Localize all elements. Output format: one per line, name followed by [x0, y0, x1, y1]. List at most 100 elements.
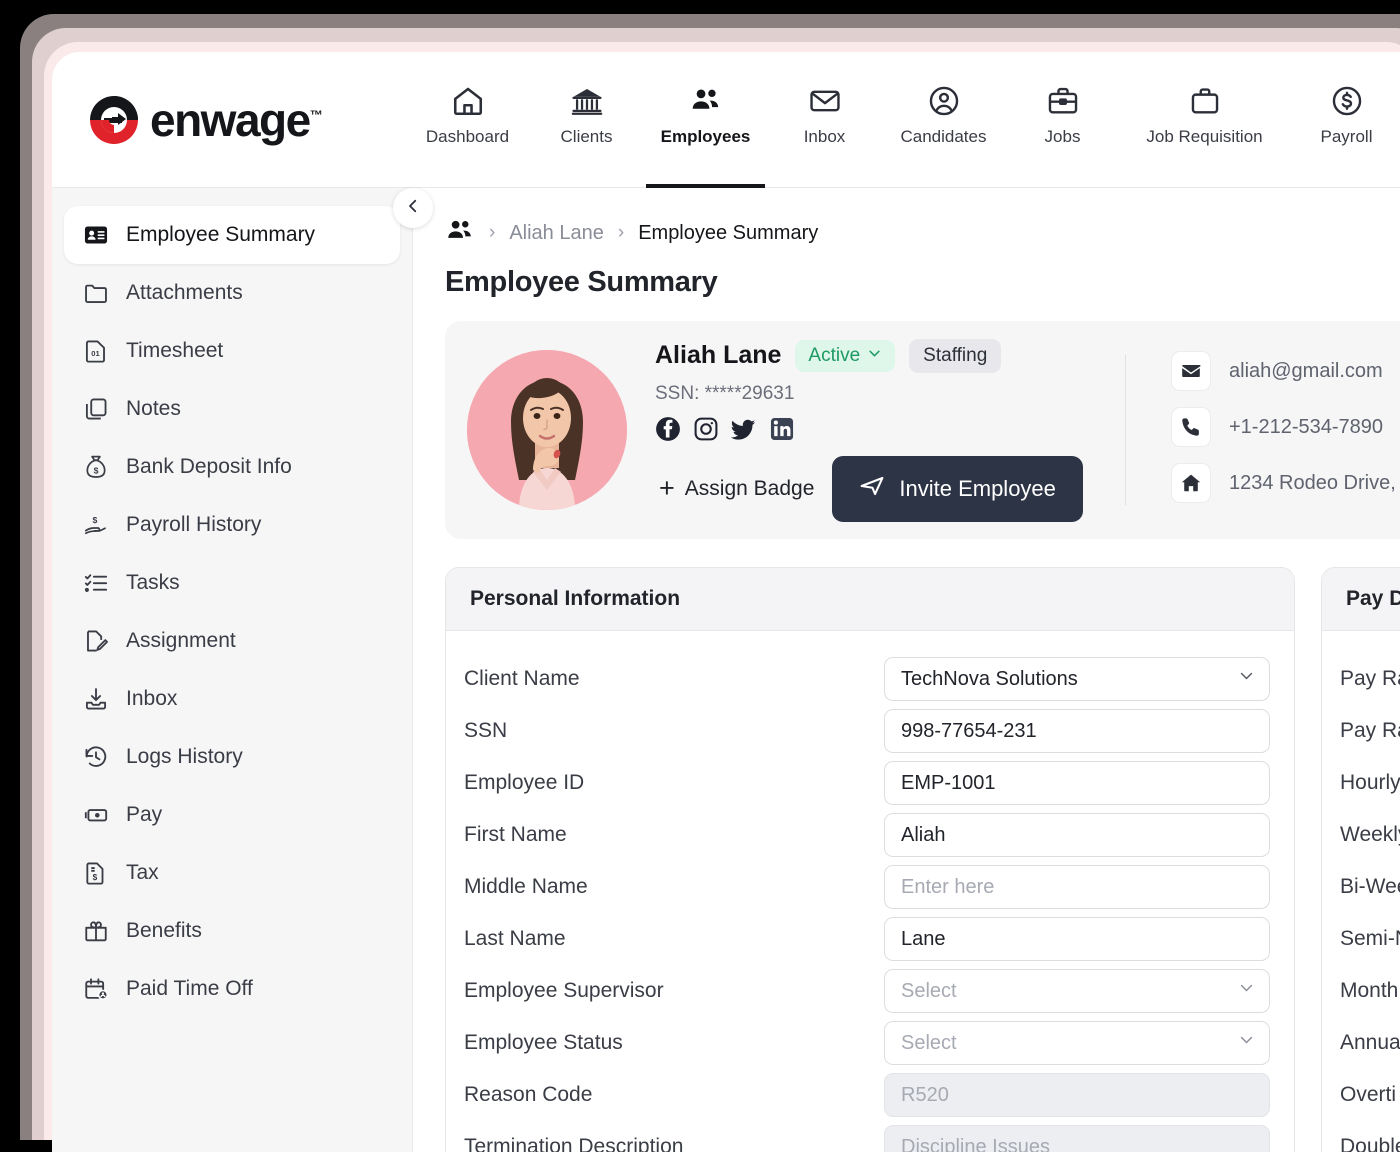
sidebar-item-bank-deposit-info[interactable]: $ Bank Deposit Info: [64, 438, 400, 496]
sidebar-item-employee-summary[interactable]: Employee Summary: [64, 206, 400, 264]
pay-detail-row[interactable]: Weekly: [1340, 809, 1400, 861]
pay-detail-row[interactable]: Semi-N: [1340, 913, 1400, 965]
nav-item-employees[interactable]: Employees: [646, 52, 765, 188]
detail-panels: Personal Information Client Name TechNov…: [445, 567, 1400, 1152]
last-name-input[interactable]: Lane: [884, 917, 1270, 961]
sidebar-item-timesheet[interactable]: 01 Timesheet: [64, 322, 400, 380]
id-card-icon: [82, 222, 110, 248]
sidebar-item-tax[interactable]: $ Tax: [64, 844, 400, 902]
pay-detail-row[interactable]: Month: [1340, 965, 1400, 1017]
brand-wordmark: enwage™: [150, 97, 321, 143]
sidebar-item-label: Tasks: [126, 571, 180, 595]
nav-item-dashboard[interactable]: Dashboard: [408, 52, 527, 188]
field-placeholder: Select: [901, 1032, 957, 1055]
field-label: Middle Name: [464, 875, 884, 899]
linkedin-icon[interactable]: [769, 416, 795, 442]
employee-supervisor-select[interactable]: Select: [884, 969, 1270, 1013]
nav-item-clients[interactable]: Clients: [527, 52, 646, 188]
assign-badge-button[interactable]: + Assign Badge: [655, 469, 818, 508]
sidebar-item-pay[interactable]: Pay: [64, 786, 400, 844]
field-value: TechNova Solutions: [901, 668, 1078, 691]
sidebar-item-tasks[interactable]: Tasks: [64, 554, 400, 612]
pay-detail-row[interactable]: Double: [1340, 1121, 1400, 1152]
field-label: SSN: [464, 719, 884, 743]
sidebar-collapse-button[interactable]: [393, 188, 433, 228]
sidebar-item-label: Notes: [126, 397, 181, 421]
brand-logo[interactable]: enwage™: [88, 94, 408, 146]
nav-item-inbox[interactable]: Inbox: [765, 52, 884, 188]
nav-item-jobs[interactable]: Jobs: [1003, 52, 1122, 188]
reason-code-input: R520: [884, 1073, 1270, 1117]
field-label: Employee Status: [464, 1031, 884, 1055]
body-split: Employee Summary Attachments 01 Time: [52, 188, 1400, 1152]
home-icon: [1171, 463, 1211, 503]
instagram-icon[interactable]: [693, 416, 719, 442]
breadcrumb-item-employee[interactable]: Aliah Lane: [509, 222, 604, 245]
nav-label: Inbox: [804, 127, 846, 147]
sidebar-item-label: Inbox: [126, 687, 177, 711]
contact-address[interactable]: 1234 Rodeo Drive, Be: [1171, 463, 1400, 503]
history-clock-icon: [82, 744, 110, 770]
sidebar-item-assignment[interactable]: Assignment: [64, 612, 400, 670]
app-window: enwage™ Dashboard: [52, 52, 1400, 1152]
inbox-download-icon: [82, 686, 110, 712]
sidebar-item-label: Benefits: [126, 919, 202, 943]
home-icon: [451, 84, 485, 118]
middle-name-input[interactable]: Enter here: [884, 865, 1270, 909]
sidebar-item-payroll-history[interactable]: $ Payroll History: [64, 496, 400, 554]
people-icon[interactable]: [445, 216, 475, 251]
pay-detail-row[interactable]: Bi-Wee: [1340, 861, 1400, 913]
invite-employee-button[interactable]: Invite Employee: [832, 456, 1083, 522]
pay-details-title: Pay De: [1322, 568, 1400, 631]
pay-detail-row[interactable]: Overti: [1340, 1069, 1400, 1121]
chevron-left-icon: [404, 197, 422, 220]
sidebar-item-label: Timesheet: [126, 339, 223, 363]
first-name-input[interactable]: Aliah: [884, 813, 1270, 857]
field-row-termination-description: Termination Description Discipline Issue…: [464, 1121, 1270, 1152]
status-badge[interactable]: Active: [795, 340, 895, 372]
pay-detail-row[interactable]: Pay Ra: [1340, 705, 1400, 757]
nav-item-job-requisition[interactable]: Job Requisition: [1122, 52, 1287, 188]
send-icon: [859, 473, 885, 505]
pay-detail-row[interactable]: Annua: [1340, 1017, 1400, 1069]
contact-email[interactable]: aliah@gmail.com: [1171, 351, 1400, 391]
social-links: [655, 416, 1083, 442]
sidebar-item-attachments[interactable]: Attachments: [64, 264, 400, 322]
nav-label: Employees: [661, 127, 751, 147]
employee-name: Aliah Lane: [655, 341, 781, 370]
sidebar-item-notes[interactable]: Notes: [64, 380, 400, 438]
breadcrumb-separator: ›: [489, 222, 495, 244]
ssn-input[interactable]: 998-77654-231: [884, 709, 1270, 753]
profile-divider: [1125, 355, 1126, 505]
employee-id-input[interactable]: EMP-1001: [884, 761, 1270, 805]
chevron-down-icon: [867, 345, 882, 367]
nav-label: Payroll: [1321, 127, 1373, 147]
nav-label: Job Requisition: [1146, 127, 1262, 147]
facebook-icon[interactable]: [655, 416, 681, 442]
svg-text:$: $: [94, 466, 99, 476]
top-navigation: enwage™ Dashboard: [52, 52, 1400, 188]
profile-info: Aliah Lane Active Staffing SSN: *****296…: [655, 339, 1083, 522]
employee-status-select[interactable]: Select: [884, 1021, 1270, 1065]
calendar-user-icon: [82, 976, 110, 1002]
sidebar-item-label: Attachments: [126, 281, 243, 305]
checklist-icon: [82, 570, 110, 596]
twitter-icon[interactable]: [731, 416, 757, 442]
pay-detail-row[interactable]: Hourly: [1340, 757, 1400, 809]
sidebar-item-inbox[interactable]: Inbox: [64, 670, 400, 728]
client-name-select[interactable]: TechNova Solutions: [884, 657, 1270, 701]
sidebar-item-logs-history[interactable]: Logs History: [64, 728, 400, 786]
nav-item-payroll[interactable]: Payroll: [1287, 52, 1400, 188]
assign-badge-label: Assign Badge: [685, 477, 815, 501]
tax-document-icon: $: [82, 860, 110, 886]
field-value: EMP-1001: [901, 772, 996, 795]
field-value: Lane: [901, 928, 946, 951]
nav-item-candidates[interactable]: Candidates: [884, 52, 1003, 188]
document-edit-icon: [82, 628, 110, 654]
contact-phone[interactable]: +1-212-534-7890: [1171, 407, 1400, 447]
hand-money-icon: $: [82, 512, 110, 538]
pay-details-body: Pay Ra Pay Ra Hourly Weekly Bi-Wee Semi-…: [1322, 631, 1400, 1152]
sidebar-item-paid-time-off[interactable]: Paid Time Off: [64, 960, 400, 1018]
sidebar-item-benefits[interactable]: Benefits: [64, 902, 400, 960]
pay-detail-row[interactable]: Pay Ra: [1340, 653, 1400, 705]
